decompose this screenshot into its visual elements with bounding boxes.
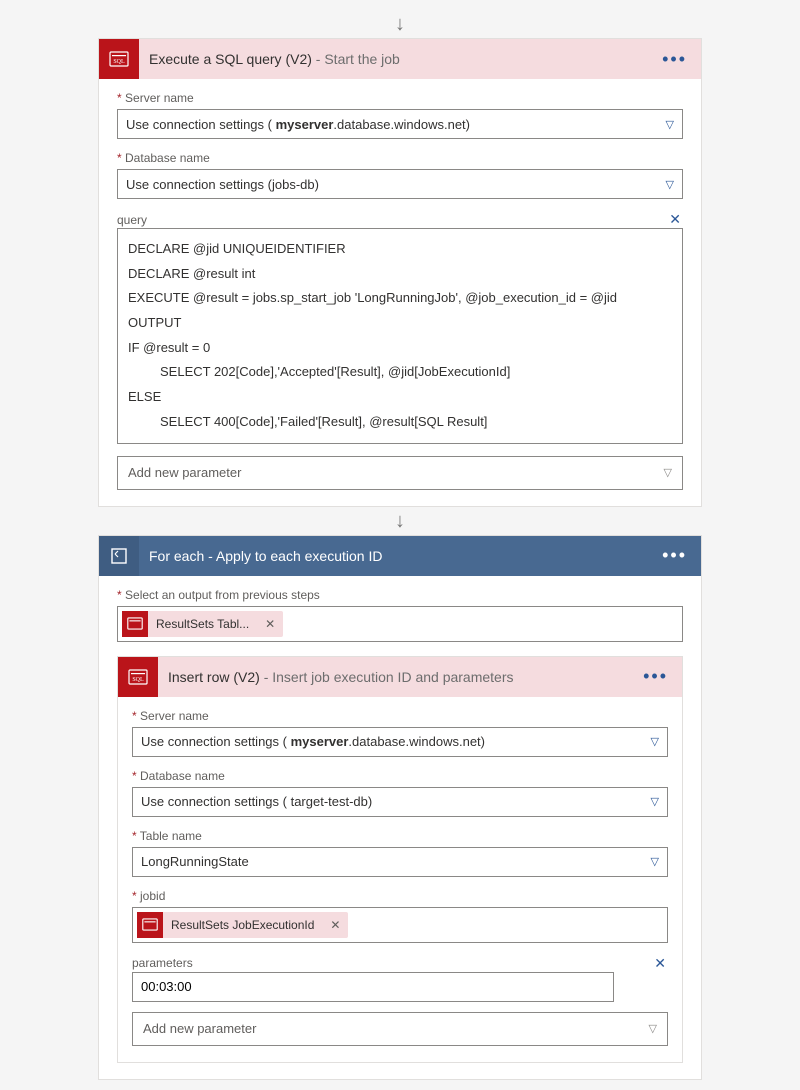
query-textarea[interactable]: DECLARE @jid UNIQUEIDENTIFIER DECLARE @r… [117, 228, 683, 444]
sql-connector-icon [122, 611, 148, 637]
database-name-field: * Database name Use connection settings … [132, 769, 668, 817]
connector-arrow: ↓ [0, 507, 800, 535]
chevron-down-icon: ▽ [649, 1022, 657, 1035]
sql-connector-icon: SQL [99, 39, 139, 79]
token-remove-button[interactable]: ✕ [257, 617, 283, 631]
step-menu-button[interactable]: ••• [658, 49, 691, 70]
add-parameter-select[interactable]: Add new parameter ▽ [132, 1012, 668, 1046]
sql-step-card: SQL Execute a SQL query (V2) - Start the… [98, 38, 702, 507]
chevron-down-icon: ▽ [651, 735, 659, 748]
select-output-input[interactable]: ResultSets Tabl... ✕ [117, 606, 683, 642]
svg-text:SQL: SQL [132, 677, 144, 683]
loop-icon [99, 536, 139, 576]
foreach-step-header[interactable]: For each - Apply to each execution ID ••… [99, 536, 701, 576]
sql-step-title: Execute a SQL query (V2) - Start the job [139, 51, 658, 67]
chevron-down-icon: ▽ [664, 466, 672, 479]
sql-step-header[interactable]: SQL Execute a SQL query (V2) - Start the… [99, 39, 701, 79]
foreach-step-card: For each - Apply to each execution ID ••… [98, 535, 702, 1080]
token-remove-button[interactable]: ✕ [322, 918, 348, 932]
sql-connector-icon [137, 912, 163, 938]
resultsets-table-token[interactable]: ResultSets Tabl... ✕ [122, 611, 283, 637]
select-output-field: * Select an output from previous steps R… [117, 588, 683, 642]
foreach-step-title: For each - Apply to each execution ID [139, 548, 658, 564]
insert-row-step-card: SQL Insert row (V2) - Insert job executi… [117, 656, 683, 1063]
step-menu-button[interactable]: ••• [639, 666, 672, 687]
table-name-field: * Table name LongRunningState ▽ [132, 829, 668, 877]
jobid-input[interactable]: ResultSets JobExecutionId ✕ [132, 907, 668, 943]
database-name-field: * Database name Use connection settings … [117, 151, 683, 199]
sql-connector-icon: SQL [118, 657, 158, 697]
jobid-field: * jobid ResultSets JobExecutionId ✕ [132, 889, 668, 943]
table-name-select[interactable]: LongRunningState ▽ [132, 847, 668, 877]
database-name-select[interactable]: Use connection settings ( target-test-db… [132, 787, 668, 817]
server-name-field: * Server name Use connection settings ( … [117, 91, 683, 139]
clear-parameters-button[interactable]: ✕ [652, 955, 668, 972]
chevron-down-icon: ▽ [651, 855, 659, 868]
database-name-select[interactable]: Use connection settings (jobs-db) ▽ [117, 169, 683, 199]
query-field: query ✕ DECLARE @jid UNIQUEIDENTIFIER DE… [117, 211, 683, 444]
server-name-select[interactable]: Use connection settings ( myserver.datab… [132, 727, 668, 757]
chevron-down-icon: ▽ [666, 118, 674, 131]
insert-row-step-header[interactable]: SQL Insert row (V2) - Insert job executi… [118, 657, 682, 697]
chevron-down-icon: ▽ [651, 795, 659, 808]
server-name-field: * Server name Use connection settings ( … [132, 709, 668, 757]
chevron-down-icon: ▽ [666, 178, 674, 191]
add-parameter-select[interactable]: Add new parameter ▽ [117, 456, 683, 490]
parameters-field: parameters ✕ [132, 955, 668, 1002]
svg-text:SQL: SQL [113, 59, 125, 65]
insert-row-step-title: Insert row (V2) - Insert job execution I… [158, 669, 639, 685]
step-menu-button[interactable]: ••• [658, 545, 691, 566]
jobexecutionid-token[interactable]: ResultSets JobExecutionId ✕ [137, 912, 348, 938]
server-name-select[interactable]: Use connection settings ( myserver.datab… [117, 109, 683, 139]
parameters-input[interactable] [132, 972, 614, 1002]
clear-query-button[interactable]: ✕ [667, 211, 683, 228]
connector-arrow: ↓ [0, 10, 800, 38]
